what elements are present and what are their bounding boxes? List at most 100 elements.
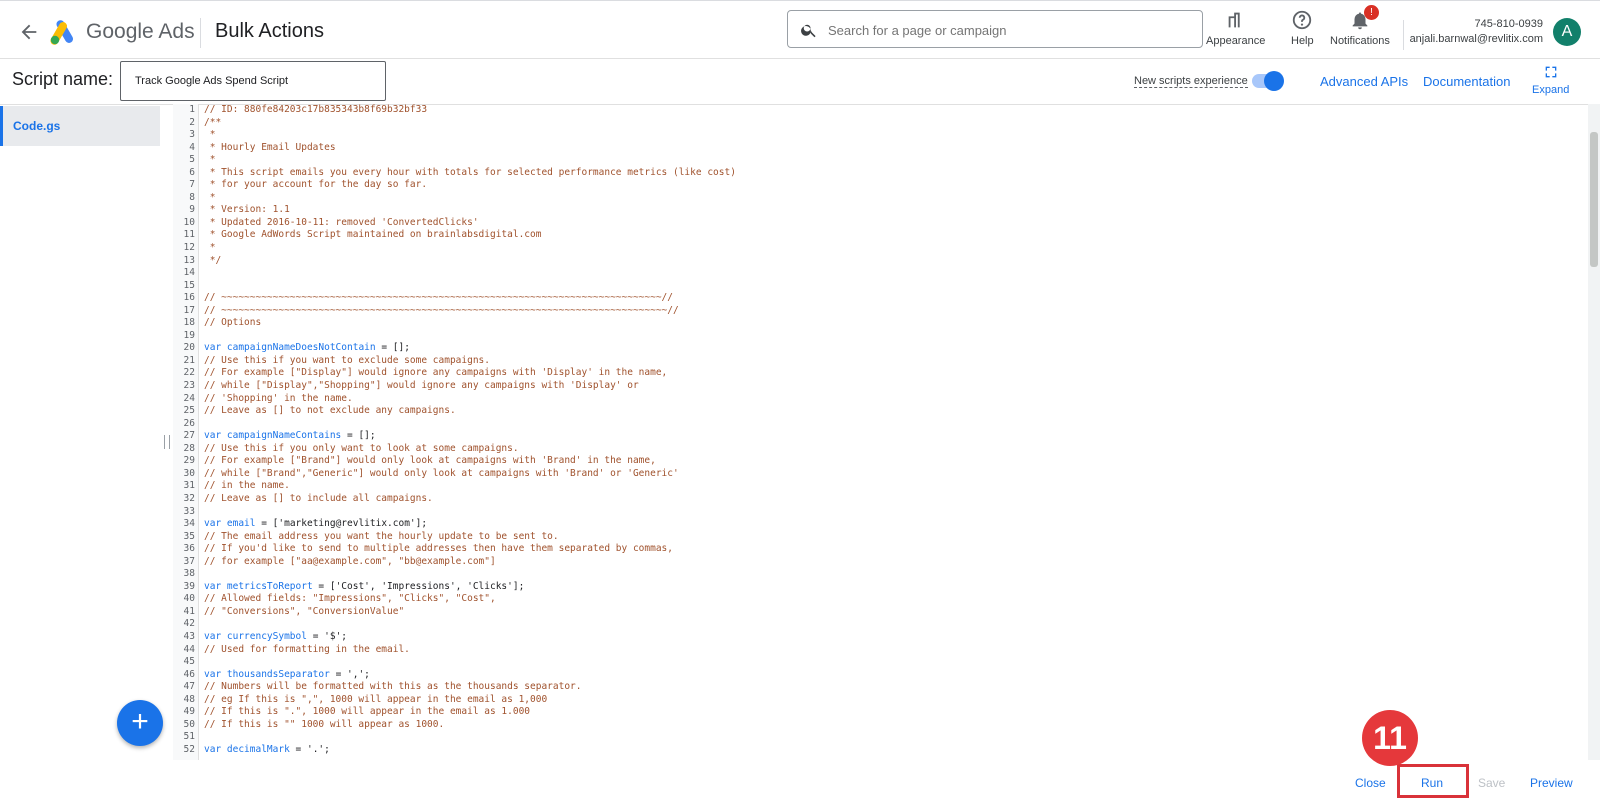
code-line: 35 // The email address you want the hour…	[173, 531, 1585, 544]
code-line: 42	[173, 618, 1585, 631]
code-line: 7 * for your account for the day so far.	[173, 179, 1585, 192]
line-number: 51	[183, 731, 195, 743]
code-line: 43 var currencySymbol = '$';	[173, 631, 1585, 644]
line-number: 49	[183, 706, 195, 718]
code-text: * Google AdWords Script maintained on br…	[204, 229, 542, 241]
line-number: 26	[183, 417, 195, 429]
code-text: */	[204, 254, 222, 266]
line-number: 22	[183, 367, 195, 379]
expand-label: Expand	[1532, 84, 1570, 96]
code-line: 8 *	[173, 192, 1585, 205]
code-line: 28 // Use this if you only want to look a…	[173, 443, 1585, 456]
code-text: // If this is "" 1000 will appear as 100…	[204, 718, 445, 730]
advanced-apis-link[interactable]: Advanced APIs	[1320, 74, 1408, 89]
code-text: // ~~~~~~~~~~~~~~~~~~~~~~~~~~~~~~~~~~~~~…	[204, 304, 679, 316]
code-editor[interactable]: 1 // ID: 880fe84203c17b835343b8f69b32bf33…	[173, 104, 1585, 760]
line-number: 47	[183, 681, 195, 693]
avatar[interactable]: A	[1553, 18, 1581, 46]
code-text: // The email address you want the hourly…	[204, 530, 559, 542]
search-input[interactable]	[826, 18, 1190, 42]
new-scripts-experience-toggle[interactable]	[1252, 71, 1284, 91]
notifications-label: Notifications	[1330, 35, 1390, 47]
line-number: 3	[189, 129, 195, 141]
code-line: 31 // in the name.	[173, 480, 1585, 493]
line-number: 31	[183, 480, 195, 492]
line-number: 16	[183, 292, 195, 304]
line-number: 42	[183, 618, 195, 630]
code-line: 40 // Allowed fields: "Impressions", "Cli…	[173, 593, 1585, 606]
code-line: 36 // If you'd like to send to multiple a…	[173, 543, 1585, 556]
line-number: 5	[189, 154, 195, 166]
line-number: 39	[183, 580, 195, 592]
line-number: 15	[183, 279, 195, 291]
preview-button[interactable]: Preview	[1530, 776, 1573, 790]
code-text: // ID: 880fe84203c17b835343b8f69b32bf33	[204, 104, 428, 115]
code-text: /**	[204, 116, 222, 128]
line-number: 35	[183, 530, 195, 542]
code-line: 46 var thousandsSeparator = ',';	[173, 669, 1585, 682]
code-text: var email = ['marketing@revlitix.com'];	[204, 518, 428, 530]
code-line: 25 // Leave as [] to not exclude any camp…	[173, 405, 1585, 418]
notifications-button[interactable]: ! Notifications	[1330, 5, 1390, 47]
code-text: var campaignNameDoesNotContain = [];	[204, 342, 410, 354]
documentation-link[interactable]: Documentation	[1423, 74, 1510, 89]
code-text: // 'Shopping' in the name.	[204, 392, 353, 404]
line-number: 8	[189, 191, 195, 203]
new-scripts-experience-label: New scripts experience	[1134, 75, 1248, 88]
code-line: 3 *	[173, 129, 1585, 142]
code-text: * This script emails you every hour with…	[204, 166, 736, 178]
code-text: // Use this if you only want to look at …	[204, 442, 519, 454]
code-line: 4 * Hourly Email Updates	[173, 142, 1585, 155]
code-text: // Allowed fields: "Impressions", "Click…	[204, 593, 496, 605]
add-file-button[interactable]: +	[117, 700, 163, 746]
search-box[interactable]	[787, 10, 1203, 48]
line-number: 17	[183, 304, 195, 316]
close-button[interactable]: Close	[1355, 776, 1386, 790]
line-number: 43	[183, 630, 195, 642]
code-line: 15	[173, 280, 1585, 293]
script-name-input[interactable]	[120, 61, 386, 101]
code-text: * Hourly Email Updates	[204, 141, 336, 153]
step-number-badge: 11	[1362, 710, 1418, 766]
code-text: // Leave as [] to include all campaigns.	[204, 492, 433, 504]
expand-button[interactable]: Expand	[1532, 64, 1569, 96]
account-email: anjali.barnwal@revlitix.com	[1409, 33, 1543, 45]
help-button[interactable]: Help	[1291, 9, 1314, 47]
toggle-knob	[1264, 71, 1284, 91]
brand-name: Google Ads	[86, 20, 195, 43]
line-number: 27	[183, 430, 195, 442]
line-number: 13	[183, 254, 195, 266]
code-line: 33	[173, 506, 1585, 519]
code-text: var campaignNameContains = [];	[204, 430, 376, 442]
code-line: 48 // eg If this is ",", 1000 will appear…	[173, 694, 1585, 707]
code-lines: 1 // ID: 880fe84203c17b835343b8f69b32bf33…	[173, 104, 1585, 756]
appearance-label: Appearance	[1206, 35, 1266, 47]
script-name-label: Script name:	[12, 69, 114, 89]
pane-resize-handle[interactable]	[164, 435, 170, 449]
account-phone: 745-810-0939	[1474, 18, 1543, 30]
line-number: 12	[183, 242, 195, 254]
line-number: 44	[183, 643, 195, 655]
scrollbar-thumb[interactable]	[1590, 132, 1598, 267]
line-number: 48	[183, 693, 195, 705]
file-item-code-gs[interactable]: Code.gs	[0, 106, 160, 146]
code-line: 10 * Updated 2016-10-11: removed 'Conver…	[173, 217, 1585, 230]
code-line: 21 // Use this if you want to exclude som…	[173, 355, 1585, 368]
appearance-button[interactable]: Appearance	[1206, 9, 1265, 47]
code-line: 22 // For example ["Display"] would ignor…	[173, 367, 1585, 380]
account-info[interactable]: 745-810-0939 anjali.barnwal@revlitix.com	[1410, 17, 1543, 47]
code-text: // while ["Display","Shopping"] would ig…	[204, 380, 639, 392]
code-line: 12 *	[173, 242, 1585, 255]
plus-icon: +	[131, 705, 149, 738]
account-divider	[1403, 20, 1404, 50]
back-arrow-icon[interactable]	[18, 21, 40, 43]
google-ads-logo-icon	[50, 20, 73, 45]
save-button[interactable]: Save	[1478, 776, 1505, 790]
fullscreen-icon	[1545, 66, 1556, 78]
code-text: // Numbers will be formatted with this a…	[204, 681, 582, 693]
code-text: // eg If this is ",", 1000 will appear i…	[204, 693, 548, 705]
line-number: 23	[183, 380, 195, 392]
editor-scrollbar[interactable]	[1588, 104, 1600, 760]
code-line: 13 */	[173, 255, 1585, 268]
code-text: *	[204, 154, 216, 166]
